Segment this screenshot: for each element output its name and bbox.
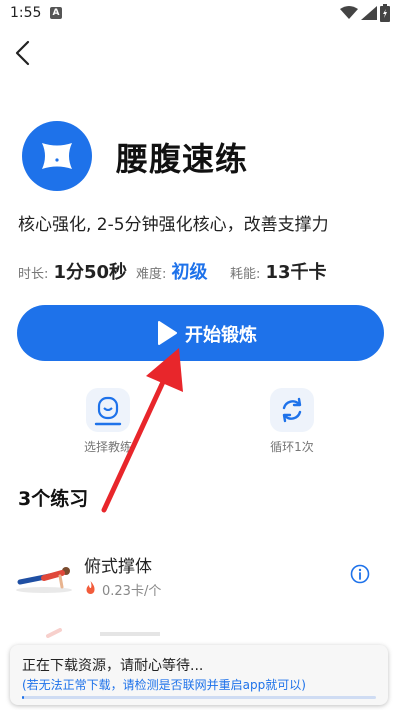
start-workout-button[interactable]: 开始锻炼 — [17, 305, 384, 361]
coach-icon — [94, 396, 122, 426]
download-toast: 正在下载资源，请耐心等待... (若无法正常下载，请检测是否联网并重启app就可… — [10, 645, 388, 705]
difficulty-stat: 难度: 初级 — [136, 258, 207, 284]
select-coach-label: 选择教练 — [83, 440, 132, 454]
duration-stat: 时长: 1分50秒 — [18, 258, 127, 284]
exercise-name: 俯式撑体 — [84, 557, 152, 577]
workout-logo — [22, 121, 92, 191]
next-exercise-faded — [46, 628, 160, 638]
difficulty-value: 初级 — [171, 262, 208, 283]
calories-stat: 耗能: 13千卡 — [230, 258, 327, 284]
select-coach-button[interactable]: 选择教练 — [63, 388, 153, 458]
signal-icon — [361, 6, 377, 20]
duration-value: 1分50秒 — [53, 262, 128, 283]
difficulty-label: 难度: — [136, 267, 167, 282]
loop-icon — [282, 397, 302, 423]
download-message: 正在下载资源，请耐心等待... — [22, 658, 204, 674]
download-hint: (若无法正常下载，请检测是否联网并重启app就可以) — [22, 678, 306, 692]
notification-icon: A — [50, 7, 62, 19]
back-button[interactable] — [8, 36, 36, 70]
calories-value: 13千卡 — [265, 262, 327, 283]
exercise-list-item[interactable]: 俯式撑体 0.23卡/个 — [0, 540, 400, 608]
status-time: 1:55 — [10, 5, 42, 21]
waist-icon — [42, 143, 72, 169]
loop-count-button[interactable]: 循环1次 — [247, 388, 337, 458]
duration-label: 时长: — [18, 267, 49, 282]
download-progress-bar — [22, 696, 376, 699]
start-workout-label: 开始锻炼 — [185, 325, 257, 346]
exercise-count-heading: 3个练习 — [18, 488, 89, 510]
status-bar: 1:55 A — [0, 0, 400, 28]
exercise-thumbnail — [16, 567, 72, 593]
calories-label: 耗能: — [230, 267, 261, 282]
info-icon[interactable] — [350, 564, 370, 584]
fire-icon — [86, 581, 95, 594]
loop-count-label: 循环1次 — [270, 440, 314, 454]
wifi-icon — [340, 6, 358, 19]
chevron-left-icon — [15, 40, 30, 66]
download-progress-fill — [22, 696, 24, 699]
page-title: 腰腹速练 — [116, 140, 249, 178]
play-icon — [158, 321, 177, 345]
exercise-calories: 0.23卡/个 — [102, 584, 162, 599]
page-subtitle: 核心强化, 2-5分钟强化核心，改善支撑力 — [18, 215, 329, 235]
battery-icon — [380, 4, 390, 22]
